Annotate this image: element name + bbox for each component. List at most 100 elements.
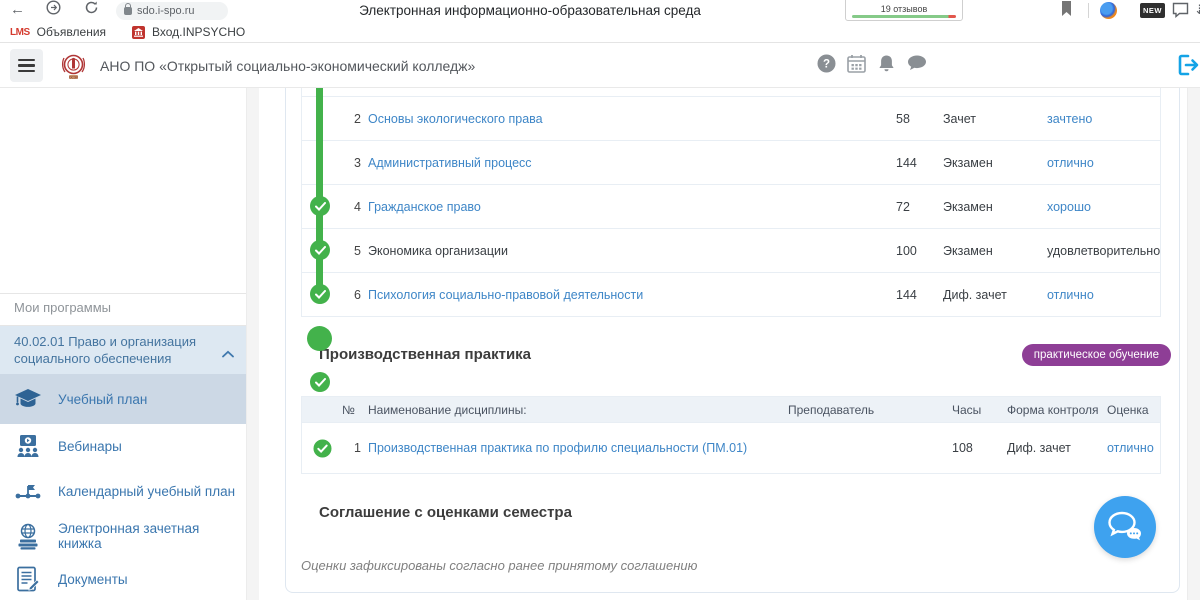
practice-section-heading: Производственная практика (319, 346, 531, 363)
practical-training-badge: практическое обучение (1022, 344, 1171, 366)
browser-tab-title: Электронная информационно-образовательна… (240, 3, 820, 18)
sidebar-item-gradebook[interactable]: Электронная зачетная книжка (0, 514, 246, 558)
page-scrollbar[interactable] (1187, 88, 1200, 600)
program-title: 40.02.01 Право и организация социального… (14, 333, 210, 367)
discipline-link[interactable]: Гражданское право (368, 200, 896, 214)
program-header[interactable]: 40.02.01 Право и организация социального… (0, 326, 246, 374)
graduation-cap-icon (14, 388, 42, 410)
svg-text:ОСЭК: ОСЭК (69, 75, 78, 79)
globe-books-icon (14, 523, 42, 550)
control-form: Диф. зачет (1007, 441, 1107, 455)
support-chat-button[interactable] (1094, 496, 1156, 558)
sidebar-item-documents[interactable]: Документы (0, 558, 246, 600)
grade-link[interactable]: отлично (1107, 441, 1160, 455)
hours-value: 108 (952, 441, 1007, 455)
new-extension-badge[interactable]: NEW (1140, 3, 1165, 18)
webinar-icon (14, 434, 42, 459)
table-row-partial (302, 88, 1160, 96)
messages-icon[interactable] (907, 54, 927, 77)
calendar-icon[interactable] (847, 54, 866, 78)
reviews-rating-bar (852, 15, 956, 18)
curriculum-content-card: 2 Основы экологического права 58 Зачет з… (285, 88, 1180, 593)
milestones-icon (14, 481, 42, 503)
bookmark-flag-icon[interactable] (1060, 1, 1073, 22)
discipline-link[interactable]: Основы экологического права (368, 112, 896, 126)
lms-favicon: LMS (10, 27, 30, 38)
help-icon[interactable]: ? (817, 54, 836, 78)
table-row: 6 Психология социально-правовой деятельн… (302, 272, 1160, 316)
completed-check-icon (310, 196, 330, 216)
toolbar-divider (1088, 3, 1089, 18)
current-step-dot (307, 326, 332, 351)
table-row: 2 Основы экологического права 58 Зачет з… (302, 96, 1160, 140)
browser-forward-icon[interactable] (46, 0, 61, 21)
discipline-name: Экономика организации (368, 244, 896, 258)
sidebar-item-curriculum[interactable]: Учебный план (0, 374, 246, 424)
control-form: Диф. зачет (943, 288, 1047, 302)
reviews-extension-widget[interactable]: 19 отзывов (845, 0, 963, 21)
hours-value: 144 (896, 156, 943, 170)
hours-value: 58 (896, 112, 943, 126)
browser-back-icon[interactable]: ← (10, 0, 25, 20)
my-programs-label: Мои программы (14, 300, 111, 315)
hours-value: 100 (896, 244, 943, 258)
col-num: № (342, 403, 368, 417)
svg-text:?: ? (823, 59, 830, 71)
sidebar-item-calendar-plan[interactable]: Календарный учебный план (0, 469, 246, 514)
grade-link[interactable]: отлично (1047, 288, 1162, 302)
bookmark-announcements[interactable]: LMS Объявления (10, 25, 106, 39)
url-text: sdo.i-spo.ru (137, 5, 194, 17)
download-icon[interactable]: ⇣ (1194, 2, 1200, 18)
control-form: Экзамен (943, 200, 1047, 214)
browser-extension-icon[interactable] (1100, 2, 1117, 19)
screen: ← sdo.i-spo.ru Электронная информационно… (0, 0, 1200, 600)
chevron-up-icon (222, 345, 234, 363)
address-bar[interactable]: sdo.i-spo.ru (116, 2, 228, 20)
hours-value: 72 (896, 200, 943, 214)
menu-toggle-button[interactable] (10, 49, 43, 82)
col-hours: Часы (952, 403, 1007, 417)
col-grade: Оценка (1107, 403, 1160, 417)
discipline-link[interactable]: Психология социально-правовой деятельнос… (368, 288, 896, 302)
college-logo: ОСЭК (57, 49, 90, 87)
completed-check-icon (302, 439, 342, 458)
col-name: Наименование дисциплины: (368, 403, 788, 417)
agreement-heading: Соглашение с оценками семестра (319, 504, 572, 521)
completed-check-icon (310, 372, 330, 392)
col-teacher: Преподаватель (788, 403, 952, 417)
control-form: Зачет (943, 112, 1047, 126)
sidebar-item-webinars[interactable]: Вебинары (0, 424, 246, 469)
table-row: 1 Производственная практика по профилю с… (302, 422, 1160, 473)
logout-icon[interactable] (1176, 53, 1200, 82)
browser-toolbar: ← sdo.i-spo.ru Электронная информационно… (0, 0, 1200, 22)
practice-table: № Наименование дисциплины: Преподаватель… (301, 396, 1161, 474)
reviews-count: 19 отзывов (846, 4, 962, 14)
completed-check-icon (310, 240, 330, 260)
grade-text: удовлетворительно (1047, 244, 1162, 258)
organization-title: АНО ПО «Открытый социально-экономический… (100, 43, 475, 88)
progress-timeline-bar (316, 88, 323, 300)
document-pen-icon (14, 566, 42, 593)
feedback-chat-icon[interactable] (1172, 2, 1189, 23)
semester-grades-table: 2 Основы экологического права 58 Зачет з… (301, 88, 1161, 317)
app-header: ОСЭК АНО ПО «Открытый социально-экономич… (0, 43, 1200, 88)
lock-icon (124, 7, 132, 15)
grade-link[interactable]: хорошо (1047, 200, 1162, 214)
table-row: 5 Экономика организации 100 Экзамен удов… (302, 228, 1160, 272)
col-form: Форма контроля (1007, 403, 1107, 417)
control-form: Экзамен (943, 156, 1047, 170)
bookmark-inpsycho[interactable]: Вход.INPSYCHO (132, 25, 245, 39)
sidebar-divider (0, 293, 246, 294)
practice-table-header: № Наименование дисциплины: Преподаватель… (302, 397, 1160, 422)
browser-reload-icon[interactable] (84, 0, 99, 21)
hours-value: 144 (896, 288, 943, 302)
control-form: Экзамен (943, 244, 1047, 258)
grade-link[interactable]: отлично (1047, 156, 1162, 170)
agreement-note: Оценки зафиксированы согласно ранее прин… (301, 558, 697, 573)
discipline-link[interactable]: Производственная практика по профилю спе… (368, 441, 788, 455)
sidebar-scrollbar[interactable] (246, 88, 259, 600)
completed-check-icon (310, 284, 330, 304)
notifications-bell-icon[interactable] (877, 54, 896, 78)
grade-link[interactable]: зачтено (1047, 112, 1162, 126)
discipline-link[interactable]: Административный процесс (368, 156, 896, 170)
